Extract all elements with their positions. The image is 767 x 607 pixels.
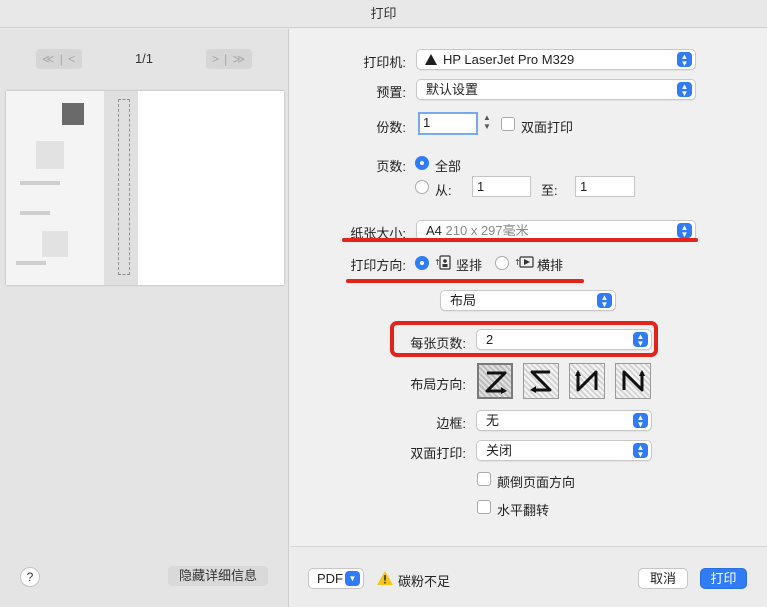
pages-range-radio[interactable]	[415, 180, 429, 194]
section-select[interactable]: 布局 ▲ ▼	[440, 290, 616, 311]
border-select[interactable]: 无 ▲ ▼	[476, 410, 652, 431]
annotation-underline	[346, 279, 584, 283]
printer-icon	[425, 54, 437, 65]
chevron-updown-icon: ▲ ▼	[677, 223, 692, 239]
printer-label: 打印机:	[363, 55, 406, 70]
preview-image-block	[62, 103, 84, 125]
window-title: 打印	[0, 0, 767, 28]
page-counter: 1/1	[134, 51, 154, 66]
copies-label: 份数:	[376, 120, 406, 135]
chevron-updown-icon: ▲ ▼	[677, 82, 692, 98]
two-sided-select[interactable]: 关闭 ▲ ▼	[476, 440, 652, 461]
preview-text-line	[20, 211, 50, 215]
help-button[interactable]: ?	[20, 567, 40, 587]
preview-image-block	[42, 231, 68, 257]
hide-details-button[interactable]: 隐藏详细信息	[168, 566, 268, 586]
portrait-orientation-icon: ↑	[434, 255, 451, 270]
warning-icon	[377, 571, 393, 585]
layout-direction-reverse-z-button[interactable]	[523, 363, 559, 399]
cancel-button[interactable]: 取消	[638, 568, 688, 589]
layout-direction-label: 布局方向:	[410, 377, 466, 392]
landscape-label: 横排	[537, 258, 564, 273]
presets-value: 默认设置	[426, 82, 479, 97]
border-value: 无	[486, 413, 500, 428]
reverse-orientation-label: 颠倒页面方向	[497, 475, 576, 490]
pages-per-sheet-value: 2	[486, 332, 494, 347]
copies-stepper[interactable]: ▲ ▼	[481, 113, 493, 134]
chevron-updown-icon: ▲ ▼	[633, 332, 648, 348]
paper-size-dimensions: 210 x 297毫米	[445, 223, 529, 238]
two-sided-label: 双面打印:	[410, 446, 466, 461]
landscape-radio[interactable]	[495, 256, 509, 270]
presets-label: 预置:	[376, 85, 406, 100]
layout-reverse-z-icon	[530, 370, 552, 393]
chevron-down-icon: ▼	[345, 571, 360, 586]
paper-size-value: A4	[426, 223, 442, 238]
duplex-checkbox-label: 双面打印	[521, 120, 574, 135]
pages-per-sheet-select[interactable]: 2 ▲ ▼	[476, 329, 652, 350]
layout-reverse-n-icon	[575, 370, 598, 392]
portrait-radio[interactable]	[415, 256, 429, 270]
layout-direction-z-button[interactable]	[477, 363, 513, 399]
bottom-bar: PDF ▼ 碳粉不足 取消 打印	[290, 546, 767, 607]
preview-text-column	[118, 99, 130, 275]
printer-select[interactable]: HP LaserJet Pro M329 ▲ ▼	[416, 49, 696, 70]
printer-value: HP LaserJet Pro M329	[443, 52, 575, 67]
previous-page-button[interactable]: ≪ | <	[36, 49, 82, 69]
pages-to-input[interactable]: 1	[575, 176, 635, 197]
pdf-menu-button[interactable]: PDF ▼	[308, 568, 364, 589]
presets-select[interactable]: 默认设置 ▲ ▼	[416, 79, 696, 100]
print-button[interactable]: 打印	[700, 568, 747, 589]
landscape-orientation-icon: ↑	[514, 256, 534, 268]
orientation-label: 打印方向:	[350, 258, 406, 273]
preview-text-line	[20, 181, 60, 185]
layout-n-icon	[622, 370, 645, 392]
reverse-orientation-checkbox[interactable]	[477, 472, 491, 486]
chevron-updown-icon: ▲ ▼	[633, 413, 648, 429]
pages-from-input[interactable]: 1	[472, 176, 531, 197]
layout-direction-n-button[interactable]	[615, 363, 651, 399]
layout-direction-reverse-n-button[interactable]	[569, 363, 605, 399]
pdf-label: PDF	[317, 571, 343, 586]
preview-image-block	[36, 141, 64, 169]
preview-page-right	[138, 91, 284, 285]
pages-from-label: 从:	[435, 183, 452, 198]
two-sided-value: 关闭	[486, 443, 513, 458]
border-label: 边框:	[436, 416, 466, 431]
portrait-label: 竖排	[456, 258, 483, 273]
settings-pane	[290, 29, 767, 607]
chevron-updown-icon: ▲ ▼	[597, 293, 612, 309]
pages-to-label: 至:	[541, 183, 558, 198]
flip-horizontal-label: 水平翻转	[497, 503, 550, 518]
pages-label: 页数:	[376, 159, 406, 174]
section-value: 布局	[450, 293, 477, 308]
layout-z-icon	[485, 371, 507, 394]
copies-input[interactable]: 1	[418, 112, 478, 135]
pages-per-sheet-label: 每张页数:	[410, 336, 466, 351]
next-page-button[interactable]: > | ≫	[206, 49, 252, 69]
pages-all-radio[interactable]	[415, 156, 429, 170]
page-preview	[6, 91, 284, 285]
annotation-underline	[342, 238, 698, 242]
duplex-checkbox[interactable]	[501, 117, 515, 131]
flip-horizontal-checkbox[interactable]	[477, 500, 491, 514]
preview-text-line	[16, 261, 46, 265]
chevron-updown-icon: ▲ ▼	[677, 52, 692, 68]
toner-warning-text: 碳粉不足	[398, 574, 451, 589]
pages-all-label: 全部	[435, 159, 462, 174]
preview-pane: ≪ | < 1/1 > | ≫ ? 隐藏详细信息	[0, 29, 289, 607]
chevron-updown-icon: ▲ ▼	[633, 443, 648, 459]
